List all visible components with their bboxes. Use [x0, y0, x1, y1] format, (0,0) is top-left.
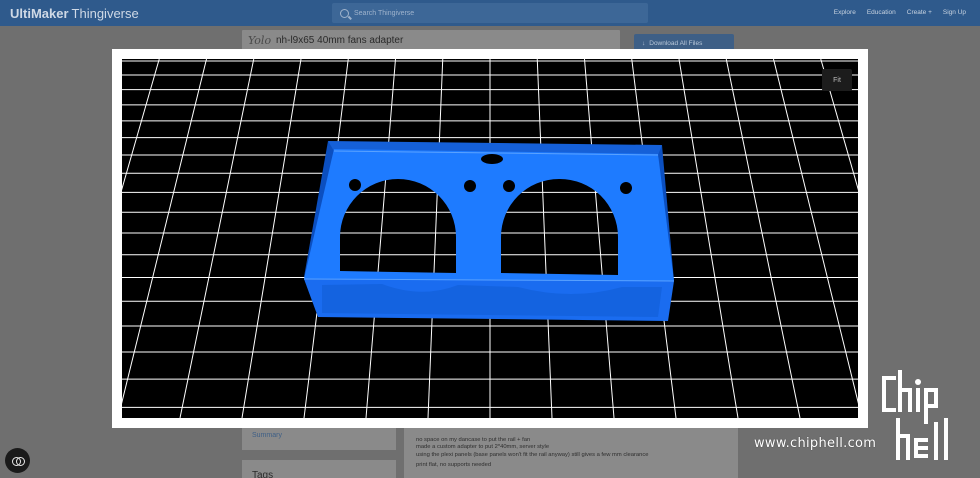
nav-links: Explore Education Create + Sign Up — [834, 9, 966, 16]
model-front-plate — [304, 149, 674, 281]
3d-viewport[interactable]: Fit — [122, 59, 858, 418]
grid-line — [820, 59, 858, 191]
thing-title-card: Yolo nh-l9x65 40mm fans adapter — [242, 30, 620, 50]
fan-adapter-model — [303, 141, 675, 321]
nav-create[interactable]: Create + — [907, 9, 932, 16]
author-logo[interactable]: Yolo — [248, 34, 271, 47]
search-bar[interactable]: Search Thingiverse — [332, 3, 648, 23]
brand-subtitle: Thingiverse — [71, 6, 139, 21]
model-viewer-modal: Fit — [112, 49, 868, 428]
fit-view-button[interactable]: Fit — [822, 69, 852, 91]
3d-scene — [122, 59, 858, 418]
model-top-hole — [481, 154, 503, 164]
grid-line — [179, 59, 255, 418]
grid-line — [678, 59, 739, 418]
grid-line — [584, 59, 615, 418]
model-screw-hole — [503, 180, 515, 192]
brand-logo[interactable]: UltiMaker Thingiverse — [10, 6, 139, 21]
description-line: using the plexi panels (base panels won'… — [416, 451, 649, 458]
nav-education[interactable]: Education — [867, 9, 896, 16]
grid-line — [427, 59, 444, 418]
grid-line — [365, 59, 396, 418]
chiphell-watermark-url: www.chiphell.com — [754, 436, 877, 451]
grid-line — [773, 59, 858, 404]
description-line: no space on my dancase to put the rail +… — [416, 437, 531, 443]
download-icon: ↓ — [642, 39, 646, 47]
description-line: print flat, no supports needed — [416, 462, 492, 469]
description-line: made a custom adapter to put 2*40mm, ser… — [416, 444, 550, 451]
brand-name: UltiMaker — [10, 6, 69, 21]
top-nav-bar: UltiMaker Thingiverse Search Thingiverse … — [0, 0, 980, 26]
grid-line — [122, 59, 207, 404]
grid-line — [536, 59, 553, 418]
chiphell-watermark-logo — [880, 370, 970, 470]
download-all-label: Download All Files — [649, 39, 703, 47]
sidebar-summary-link[interactable]: Summary — [252, 432, 282, 439]
description-card: no space on my dancase to put the rail +… — [404, 428, 738, 478]
model-screw-hole — [349, 179, 361, 191]
model-screw-hole — [464, 180, 476, 192]
grid-line — [725, 59, 801, 418]
nav-sign-up[interactable]: Sign Up — [943, 9, 966, 16]
thing-title: nh-l9x65 40mm fans adapter — [276, 35, 404, 46]
sidebar-nav-card: Summary — [242, 428, 396, 450]
nav-explore[interactable]: Explore — [834, 9, 856, 16]
grid-line — [122, 59, 160, 191]
chiphell-logo-glyphs — [882, 370, 948, 460]
search-placeholder: Search Thingiverse — [354, 9, 415, 17]
model-screw-hole — [620, 182, 632, 194]
glasses-icon — [12, 457, 25, 466]
search-icon — [340, 8, 349, 18]
accessibility-button[interactable] — [5, 448, 30, 473]
tags-card: Tags — [242, 460, 396, 478]
tags-heading: Tags — [252, 470, 274, 478]
grid-line — [241, 59, 302, 418]
